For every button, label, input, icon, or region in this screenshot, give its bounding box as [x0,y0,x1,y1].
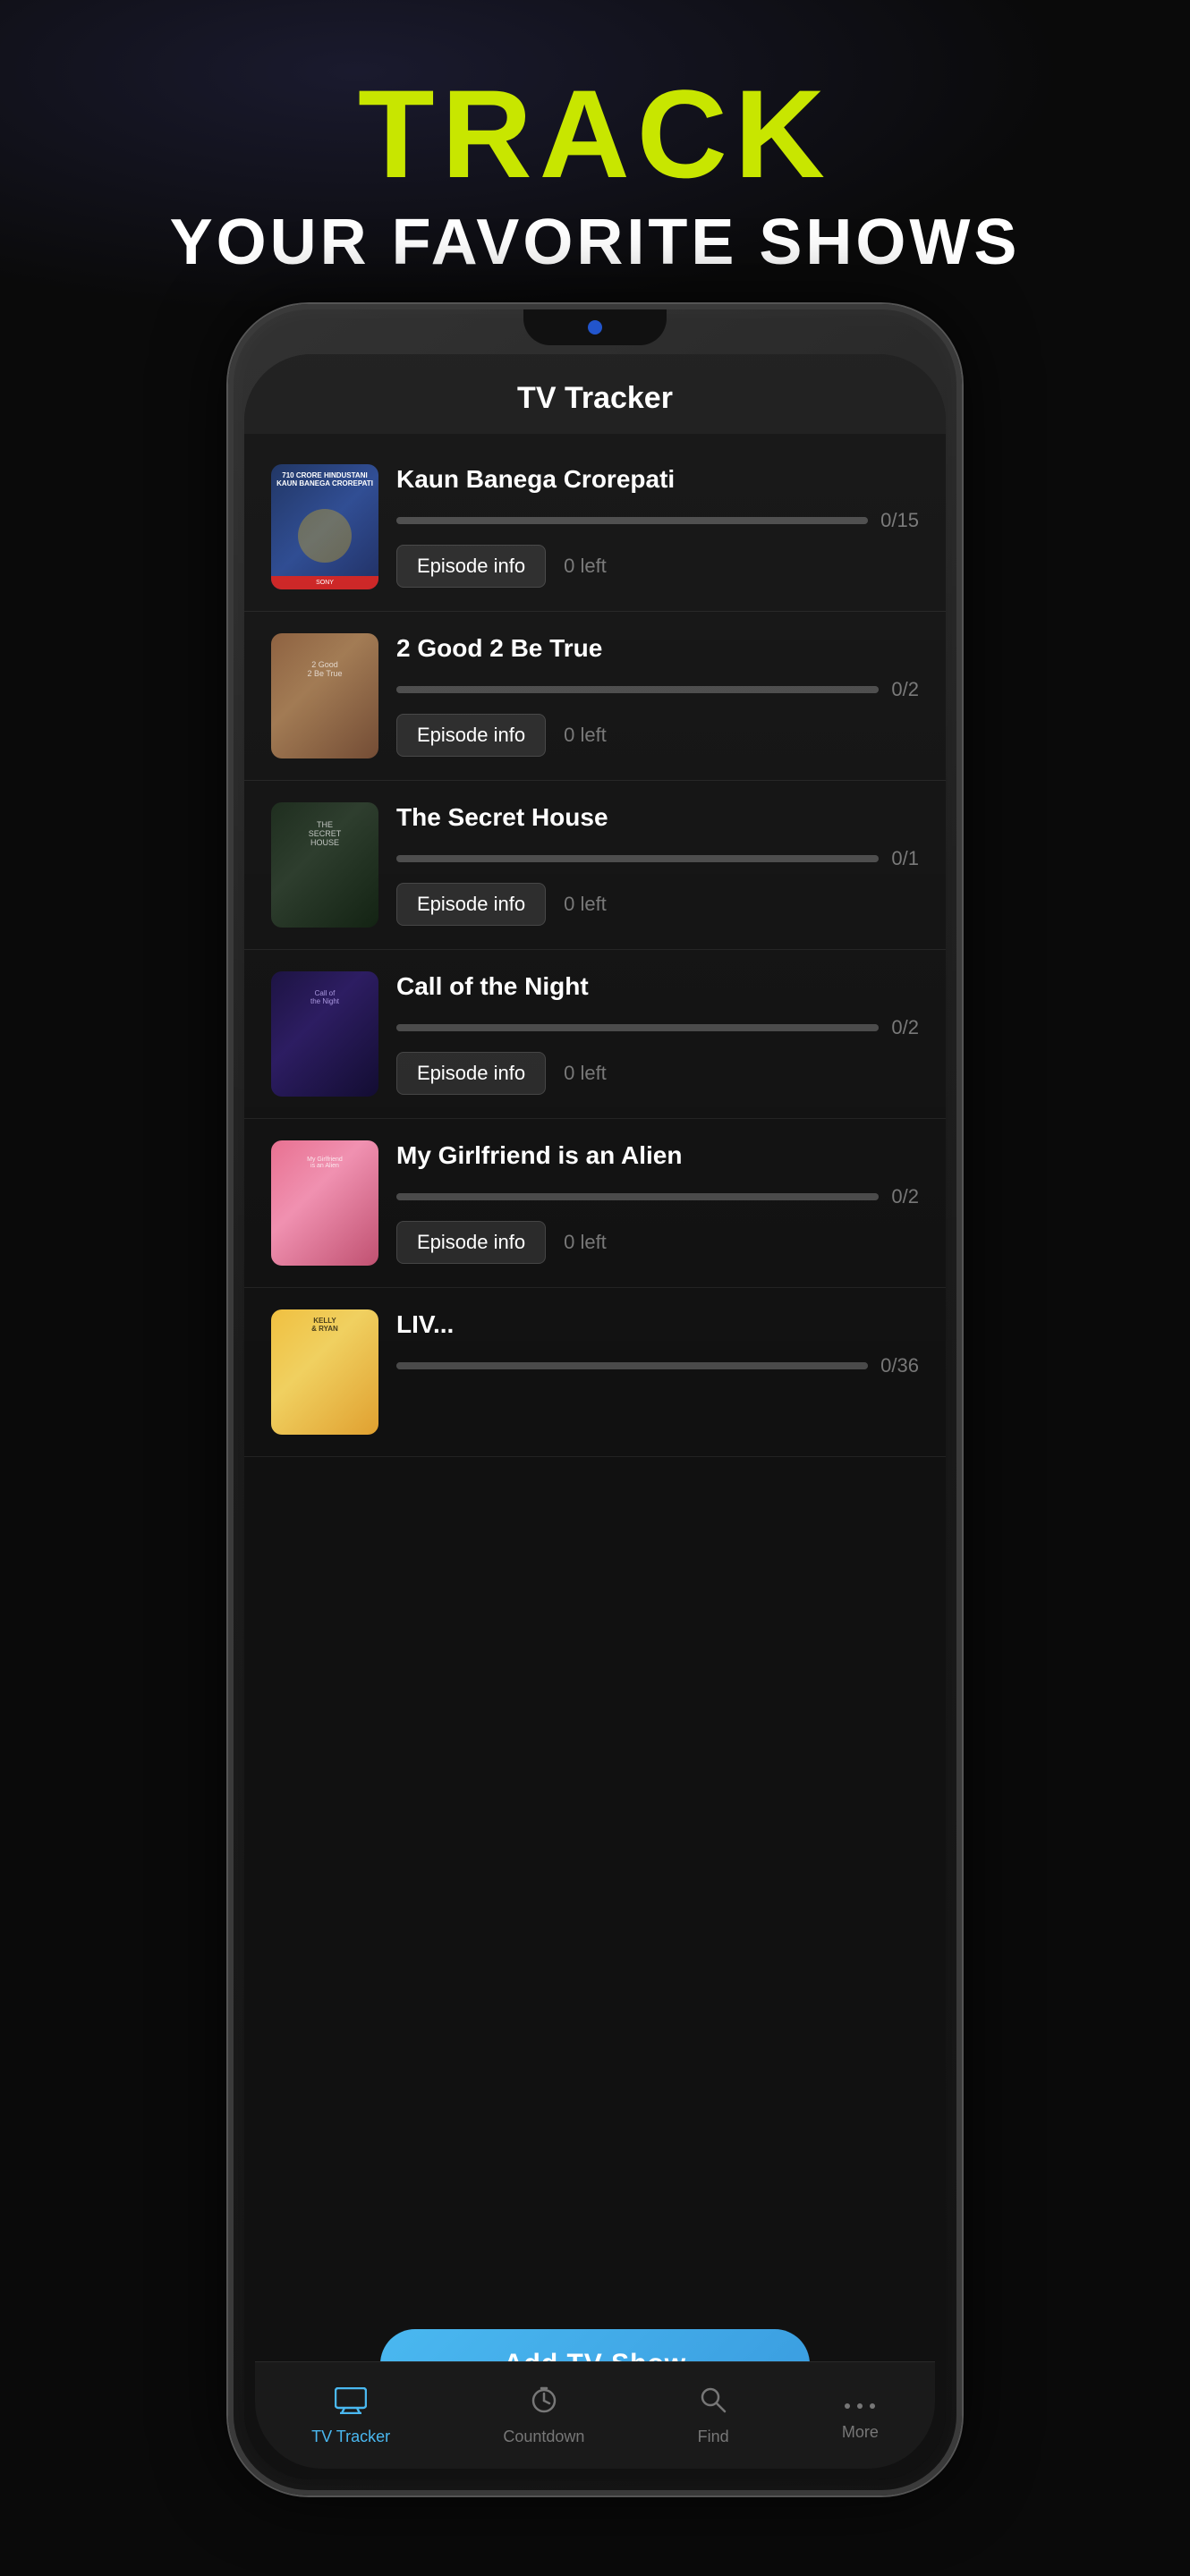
left-count-cotn: 0 left [564,1062,607,1085]
show-thumbnail-secret: THESECRETHOUSE [271,802,378,928]
app-header: TV Tracker [244,354,946,434]
episode-info-btn-kbc[interactable]: Episode info [396,545,546,588]
episode-info-btn-alien[interactable]: Episode info [396,1221,546,1264]
left-count-2good: 0 left [564,724,607,747]
progress-row-cotn: 0/2 [396,1016,919,1039]
camera-dot [588,320,602,335]
episode-row-kbc: Episode info 0 left [396,545,919,588]
episode-info-btn-cotn[interactable]: Episode info [396,1052,546,1095]
progress-fill-secret [396,855,879,862]
episode-info-btn-secret[interactable]: Episode info [396,883,546,926]
progress-row-alien: 0/2 [396,1185,919,1208]
show-item-cotn: Call ofthe Night Call of the Night 0/2 E… [244,950,946,1119]
progress-bg-secret [396,855,879,862]
progress-count-kbc: 0/15 [880,509,919,532]
show-name-live: LIV... [396,1309,919,1340]
show-thumbnail-live: KELLY& RYAN [271,1309,378,1435]
bottom-nav: TV Tracker Countdown [255,2361,935,2469]
show-info-2good: 2 Good 2 Be True 0/2 Episode info 0 left [378,633,919,757]
show-item-live: KELLY& RYAN LIV... 0/36 [244,1288,946,1457]
show-info-live: LIV... 0/36 [378,1309,919,1390]
progress-row-2good: 0/2 [396,678,919,701]
show-item-secret: THESECRETHOUSE The Secret House 0/1 Epis… [244,781,946,950]
show-name-secret: The Secret House [396,802,919,833]
left-count-kbc: 0 left [564,555,607,578]
show-info-kbc: Kaun Banega Crorepati 0/15 Episode info … [378,464,919,588]
progress-bg-kbc [396,517,868,524]
progress-count-live: 0/36 [880,1354,919,1377]
progress-count-2good: 0/2 [891,678,919,701]
nav-label-find: Find [698,2428,729,2446]
track-title: TRACK [0,72,1190,197]
tv-tracker-icon [335,2385,367,2422]
phone-frame: TV Tracker 710 CRORE HINDUSTANIKAUN BANE… [228,304,962,2496]
progress-row-kbc: 0/15 [396,509,919,532]
episode-row-2good: Episode info 0 left [396,714,919,757]
show-item-2good: 2 Good2 Be True 2 Good 2 Be True 0/2 Epi… [244,612,946,781]
show-info-secret: The Secret House 0/1 Episode info 0 left [378,802,919,926]
progress-fill-alien [396,1193,879,1200]
show-thumbnail-2good: 2 Good2 Be True [271,633,378,758]
progress-bg-alien [396,1193,879,1200]
left-count-alien: 0 left [564,1231,607,1254]
episode-row-cotn: Episode info 0 left [396,1052,919,1095]
nav-label-more: More [842,2423,879,2442]
phone-notch [523,309,667,345]
progress-fill-cotn [396,1024,879,1031]
progress-row-secret: 0/1 [396,847,919,870]
subtitle: YOUR FAVORITE SHOWS [0,206,1190,279]
progress-bg-cotn [396,1024,879,1031]
left-count-secret: 0 left [564,893,607,916]
nav-label-countdown: Countdown [503,2428,584,2446]
phone-frame-outer: TV Tracker 710 CRORE HINDUSTANIKAUN BANE… [228,304,962,2496]
show-item-kbc: 710 CRORE HINDUSTANIKAUN BANEGA CROREPAT… [244,443,946,612]
progress-fill-2good [396,686,879,693]
phone-screen: TV Tracker 710 CRORE HINDUSTANIKAUN BANE… [244,354,946,2479]
nav-item-countdown[interactable]: Countdown [485,2376,602,2455]
progress-bg-2good [396,686,879,693]
progress-fill-live [396,1362,868,1369]
show-name-2good: 2 Good 2 Be True [396,633,919,664]
progress-count-secret: 0/1 [891,847,919,870]
header-section: TRACK YOUR FAVORITE SHOWS [0,0,1190,315]
shows-list[interactable]: 710 CRORE HINDUSTANIKAUN BANEGA CROREPAT… [244,434,946,2479]
show-name-kbc: Kaun Banega Crorepati [396,464,919,495]
show-thumbnail-cotn: Call ofthe Night [271,971,378,1097]
show-item-alien: My Girlfriendis an Alien My Girlfriend i… [244,1119,946,1288]
show-info-cotn: Call of the Night 0/2 Episode info 0 lef… [378,971,919,1095]
episode-row-secret: Episode info 0 left [396,883,919,926]
episode-row-alien: Episode info 0 left [396,1221,919,1264]
app-title: TV Tracker [262,381,928,416]
more-icon [844,2389,876,2418]
progress-count-cotn: 0/2 [891,1016,919,1039]
show-thumbnail-kbc: 710 CRORE HINDUSTANIKAUN BANEGA CROREPAT… [271,464,378,589]
nav-item-more[interactable]: More [824,2380,897,2451]
show-name-alien: My Girlfriend is an Alien [396,1140,919,1171]
progress-count-alien: 0/2 [891,1185,919,1208]
show-thumbnail-alien: My Girlfriendis an Alien [271,1140,378,1266]
find-icon [699,2385,727,2422]
countdown-icon [530,2385,558,2422]
progress-row-live: 0/36 [396,1354,919,1377]
episode-info-btn-2good[interactable]: Episode info [396,714,546,757]
nav-item-tracker[interactable]: TV Tracker [293,2376,408,2455]
nav-item-find[interactable]: Find [680,2376,747,2455]
show-info-alien: My Girlfriend is an Alien 0/2 Episode in… [378,1140,919,1264]
progress-fill-kbc [396,517,868,524]
nav-label-tracker: TV Tracker [311,2428,390,2446]
show-name-cotn: Call of the Night [396,971,919,1002]
progress-bg-live [396,1362,868,1369]
